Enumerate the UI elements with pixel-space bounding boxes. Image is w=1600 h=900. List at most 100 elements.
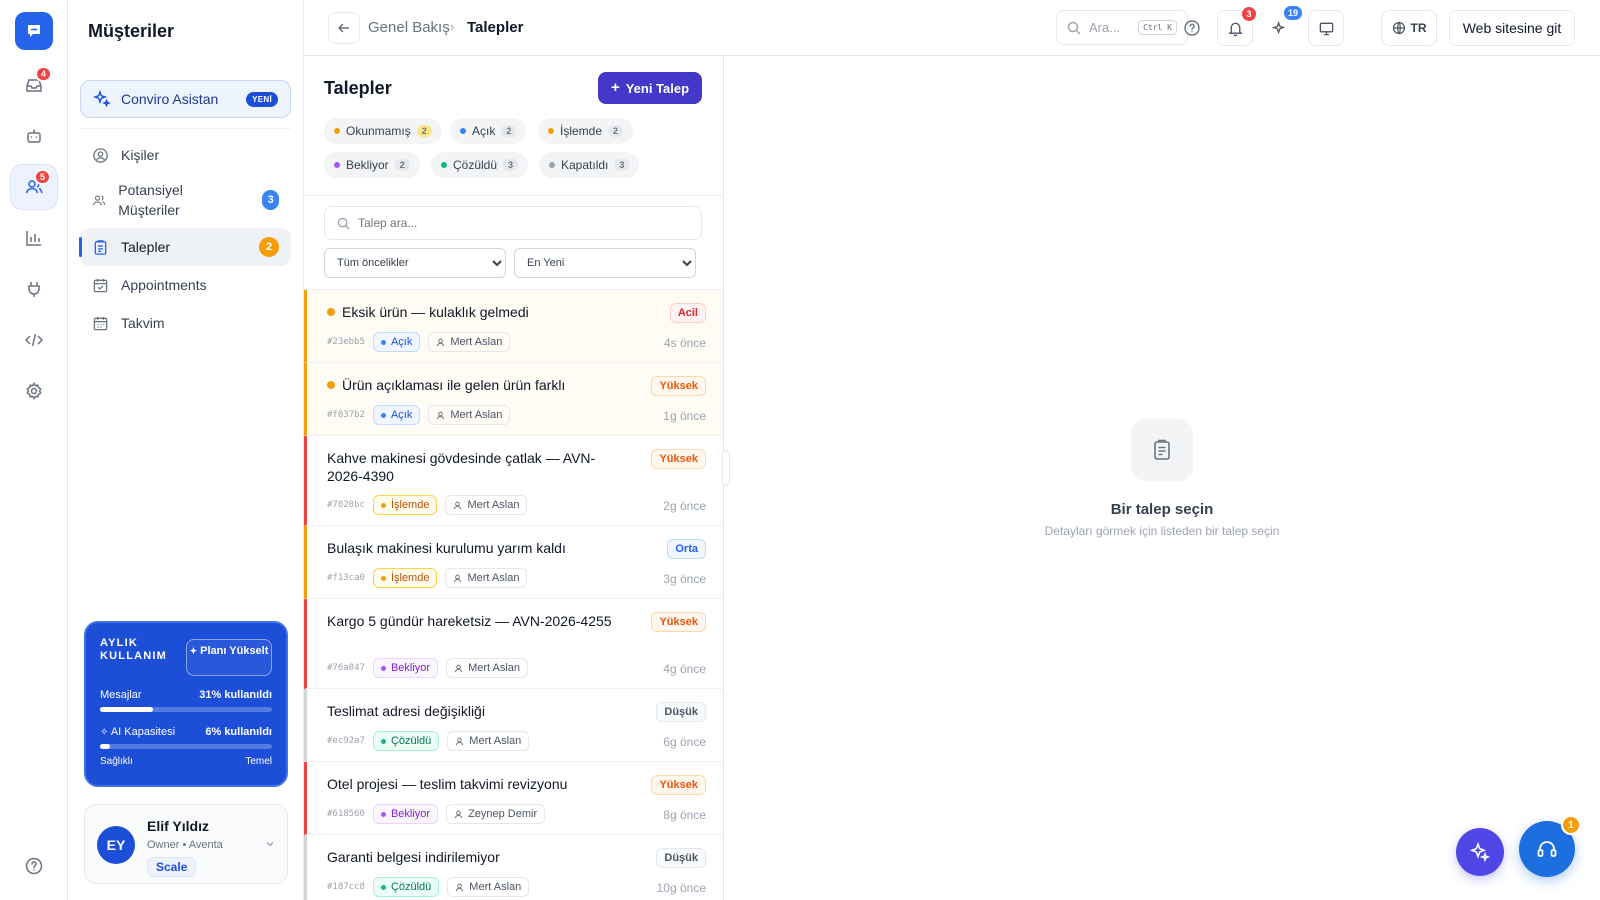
ticket-time: 2g önce [663, 499, 706, 513]
rail-inbox[interactable]: 4 [10, 62, 58, 108]
ticket-title: Ürün açıklaması ile gelen ürün farklı [342, 377, 566, 393]
ticket-search-input[interactable] [358, 216, 689, 230]
filter-chip[interactable]: İşlemde 2 [538, 118, 634, 144]
sidebar-item-label: Potansiyel Müşteriler [118, 182, 183, 218]
ticket-title: Teslimat adresi değişikliği [327, 703, 485, 719]
plus-icon: + [610, 79, 620, 96]
chevron-down-icon [266, 842, 274, 847]
ticket-title-wrap: Ürün açıklaması ile gelen ürün farklı [327, 376, 627, 394]
ticket-time: 1g önce [663, 409, 706, 423]
avatar: EY [97, 826, 135, 864]
rail-settings[interactable] [10, 368, 58, 414]
assignee-name: Mert Aslan [468, 662, 521, 674]
tickets-title: Talepler [324, 78, 392, 98]
display-button[interactable] [1308, 10, 1344, 46]
assistant-button[interactable]: Conviro Asistan YENİ [80, 80, 291, 118]
ticket-row[interactable]: Kahve makinesi gövdesinde çatlak — AVN-2… [304, 436, 723, 526]
sidebar-item-appointments[interactable]: Appointments [80, 266, 291, 304]
priority-filter-select[interactable]: Tüm öncelikler [324, 248, 506, 278]
user-card[interactable]: EY Elif Yıldız Owner • Aventa Scale [84, 804, 288, 884]
ticket-title: Eksik ürün — kulaklık gelmedi [342, 304, 529, 320]
users-icon [93, 195, 106, 205]
filter-chip[interactable]: Bekliyor 2 [324, 152, 420, 178]
rail-integrations[interactable] [10, 266, 58, 312]
ai-label: AI Kapasitesi [110, 726, 176, 738]
rail-help[interactable] [10, 843, 58, 889]
ticket-row[interactable]: Bulaşık makinesi kurulumu yarım kaldı Ort… [304, 526, 723, 599]
ticket-row[interactable]: Otel projesi — teslim takvimi revizyonu Y… [304, 762, 723, 835]
chat-logo-icon[interactable] [15, 12, 53, 50]
bot-icon [27, 129, 41, 143]
ticket-title: Kargo 5 gündür hareketsiz — AVN-2026-425… [327, 613, 612, 629]
status-label: Bekliyor [390, 662, 431, 674]
global-search-placeholder: Ara... [1089, 20, 1121, 35]
status-dot [380, 811, 386, 817]
ai-assistant-fab[interactable] [1456, 828, 1504, 876]
rail-contacts[interactable]: 5 [10, 164, 58, 210]
priority-badge: Yüksek [651, 612, 706, 632]
updates-button[interactable]: 19 [1262, 4, 1304, 46]
help-button[interactable] [1174, 10, 1210, 46]
language-button[interactable]: TR [1381, 10, 1437, 46]
rail-reports[interactable] [10, 215, 58, 261]
ticket-row[interactable]: Ürün açıklaması ile gelen ürün farklı Yük… [304, 363, 723, 436]
filter-chip[interactable]: Açık 2 [450, 118, 527, 144]
ticket-row[interactable]: Eksik ürün — kulaklık gelmedi Acil #23ebb5… [304, 290, 723, 363]
ticket-row[interactable]: Kargo 5 gündür hareketsiz — AVN-2026-425… [304, 599, 723, 689]
ticket-meta: #23ebb5 Açık Mert Aslan [327, 332, 511, 352]
bell-icon [1227, 22, 1243, 36]
ticket-title: Kahve makinesi gövdesinde çatlak — AVN-2… [327, 450, 596, 484]
filter-chip-label: İşlemde [560, 124, 603, 138]
back-button[interactable] [328, 12, 360, 44]
ticket-search[interactable] [324, 206, 702, 240]
filter-chip[interactable]: Çözüldü 3 [431, 152, 529, 178]
priority-badge: Düşük [656, 848, 706, 868]
assistant-label: Conviro Asistan [121, 91, 219, 107]
upgrade-plan-button[interactable]: ✦ Planı Yükselt [186, 639, 272, 676]
filter-chip[interactable]: Kapatıldı 3 [539, 152, 640, 178]
plug-icon [28, 282, 40, 297]
breadcrumb-parent[interactable]: Genel Bakış [368, 19, 450, 36]
assignee-badge: Mert Aslan [447, 877, 530, 897]
health-label: Sağlıklı [100, 756, 133, 767]
status-dot [380, 884, 386, 890]
sidebar-item-tickets[interactable]: Talepler 2 [79, 228, 291, 266]
status-label: Çözüldü [390, 881, 432, 893]
panel-resize-handle[interactable] [722, 450, 730, 486]
status-dot [334, 162, 340, 168]
ticket-meta: #7020bc İşlemde Mert Aslan [327, 495, 528, 515]
ticket-title: Otel projesi — teslim takvimi revizyonu [327, 776, 568, 792]
search-icon [1067, 21, 1081, 35]
ai-value: 6% kullanıldı [205, 726, 272, 738]
global-search[interactable]: Ara... Ctrl K [1056, 10, 1188, 45]
sidebar-item-label: Appointments [121, 277, 207, 293]
status-label: Açık [390, 409, 413, 421]
status-dot [380, 575, 386, 581]
tickets-count-badge: 2 [259, 237, 279, 257]
messages-usage-bar [100, 707, 272, 712]
status-dot [460, 128, 466, 134]
rail-bots[interactable] [10, 113, 58, 159]
support-chat-fab[interactable]: 1 [1519, 815, 1581, 877]
ticket-title: Bulaşık makinesi kurulumu yarım kaldı [327, 540, 566, 556]
sidebar-item-label: Talepler [121, 239, 171, 255]
ticket-row[interactable]: Garanti belgesi indirilemiyor Düşük #187cc… [304, 835, 723, 900]
status-badge: İşlemde [372, 568, 438, 588]
sidebar-item-calendar[interactable]: Takvim [80, 304, 291, 342]
sort-select[interactable]: En Yeni [514, 248, 696, 278]
ticket-row[interactable]: Teslimat adresi değişikliği Düşük #ec92a7 Ç… [304, 689, 723, 762]
language-label: TR [1410, 21, 1427, 35]
ai-usage-bar [100, 744, 272, 749]
status-label: Bekliyor [390, 808, 431, 820]
inbox-badge: 4 [34, 66, 52, 82]
sidebar-item-contacts[interactable]: Kişiler [80, 136, 291, 174]
notifications-button[interactable]: 3 [1217, 5, 1258, 46]
ticket-title-wrap: Kargo 5 gündür hareketsiz — AVN-2026-425… [327, 612, 627, 630]
ticket-time: 10g önce [656, 881, 706, 895]
rail-developer[interactable] [10, 317, 58, 363]
sidebar-item-leads[interactable]: Potansiyel Müşteriler 3 [80, 176, 291, 224]
website-button[interactable]: Web sitesine git [1449, 10, 1575, 46]
new-ticket-button[interactable]: + Yeni Talep [598, 72, 702, 104]
user-icon [437, 411, 445, 419]
filter-chip[interactable]: Okunmamış 2 [324, 118, 442, 144]
